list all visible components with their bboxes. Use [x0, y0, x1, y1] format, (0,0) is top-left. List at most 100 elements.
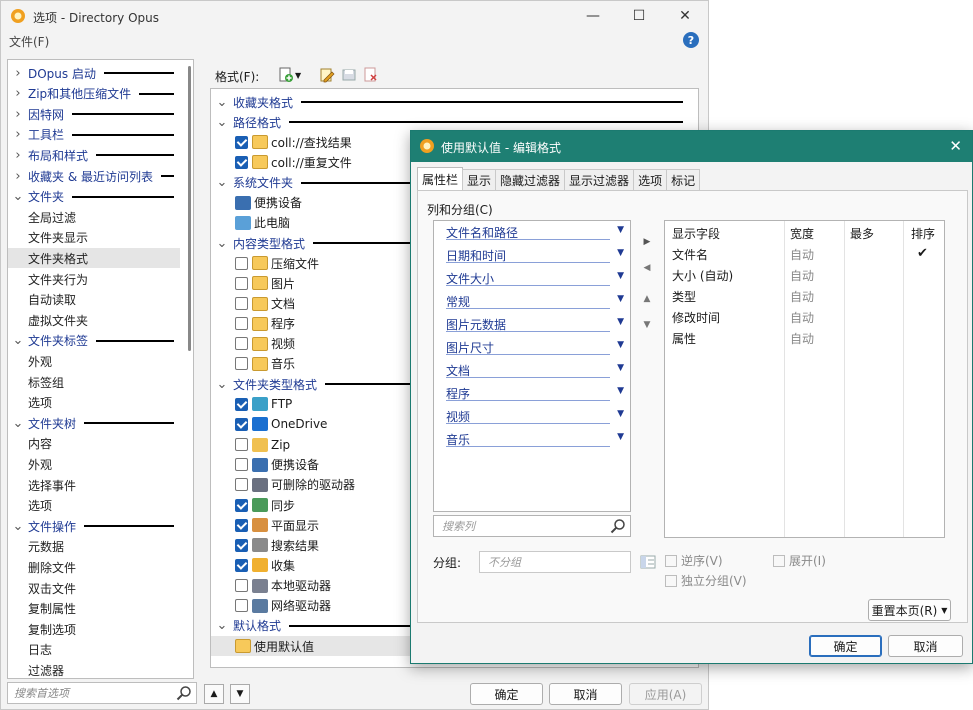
chevron-down-icon[interactable]: ⌄	[211, 377, 233, 392]
tree-item[interactable]: 全局过滤	[8, 207, 180, 227]
tree-category[interactable]: ⌄ 文件夹标签	[8, 331, 180, 351]
chevron-right-icon[interactable]: ›	[8, 169, 28, 184]
format-checkbox[interactable]	[235, 417, 248, 431]
move-column-up-icon[interactable]: ▲	[637, 289, 657, 309]
tree-item[interactable]: 文件夹显示	[8, 228, 180, 248]
minimize-icon[interactable]: —	[570, 1, 616, 31]
chevron-down-icon[interactable]: ▼	[617, 248, 624, 258]
chevron-down-icon[interactable]: ▼	[617, 225, 624, 235]
chevron-down-icon[interactable]: ⌄	[8, 416, 28, 431]
field-width[interactable]: 自动	[790, 309, 814, 326]
tree-category[interactable]: › 工具栏	[8, 125, 180, 145]
column-category[interactable]: 文档 ▼	[446, 361, 624, 379]
header-width[interactable]: 宽度	[790, 225, 814, 242]
tree-item[interactable]: 选项	[8, 393, 180, 413]
apply-button[interactable]: 应用(A)	[629, 683, 702, 705]
tree-item[interactable]: 复制属性	[8, 599, 180, 619]
independent-group-checkbox[interactable]: 独立分组(V)	[665, 572, 747, 589]
reset-page-button[interactable]: 重置本页(R) ▼	[868, 599, 951, 621]
format-checkbox[interactable]	[235, 317, 248, 331]
chevron-down-icon[interactable]: ▼	[295, 71, 301, 80]
chevron-down-icon[interactable]: ⌄	[211, 95, 233, 110]
tree-category[interactable]: › DOpus 启动	[8, 63, 180, 83]
format-checkbox[interactable]	[235, 135, 248, 149]
maximize-icon[interactable]: ☐	[616, 1, 662, 31]
format-checkbox[interactable]	[235, 276, 248, 290]
tab-3[interactable]: 显示过滤器	[564, 169, 635, 190]
field-width[interactable]: 自动	[790, 267, 814, 284]
column-category[interactable]: 视频 ▼	[446, 407, 624, 425]
close-icon[interactable]: ✕	[662, 1, 708, 31]
chevron-right-icon[interactable]: ›	[8, 66, 28, 81]
format-group[interactable]: ⌄ 收藏夹格式	[211, 92, 691, 112]
tree-category[interactable]: ⌄ 文件夹	[8, 187, 180, 207]
chevron-down-icon[interactable]: ▼	[617, 409, 624, 419]
tree-item[interactable]: 过滤器	[8, 660, 180, 678]
chevron-down-icon[interactable]: ⌄	[8, 519, 28, 534]
move-column-down-icon[interactable]: ▼	[637, 315, 657, 335]
dialog-ok-button[interactable]: 确定	[809, 635, 882, 657]
tree-item[interactable]: 文件夹行为	[8, 269, 180, 289]
column-category[interactable]: 程序 ▼	[446, 384, 624, 402]
tab-4[interactable]: 选项	[633, 169, 668, 190]
delete-format-icon[interactable]	[363, 67, 379, 83]
format-checkbox[interactable]	[235, 579, 248, 593]
remove-column-arrow-icon[interactable]: ◀	[637, 258, 657, 278]
chevron-down-icon[interactable]: ▼	[617, 271, 624, 281]
search-icon[interactable]	[176, 685, 192, 701]
tree-item[interactable]: 选项	[8, 496, 180, 516]
tab-0[interactable]: 属性栏	[417, 167, 464, 190]
tree-item[interactable]: 自动读取	[8, 290, 180, 310]
add-format-icon[interactable]	[278, 67, 294, 83]
ok-button[interactable]: 确定	[470, 683, 543, 705]
format-checkbox[interactable]	[235, 599, 248, 613]
tree-item[interactable]: 外观	[8, 454, 180, 474]
chevron-down-icon[interactable]: ⌄	[8, 189, 28, 204]
column-category[interactable]: 图片元数据 ▼	[446, 315, 624, 333]
format-checkbox[interactable]	[235, 558, 248, 572]
chevron-down-icon[interactable]: ▼	[617, 340, 624, 350]
chevron-down-icon[interactable]: ▼	[617, 432, 624, 442]
chevron-down-icon[interactable]: ⌄	[211, 618, 233, 633]
tree-category[interactable]: ⌄ 文件夹树	[8, 413, 180, 433]
tree-category[interactable]: › 因特网	[8, 104, 180, 124]
tree-category[interactable]: › Zip和其他压缩文件	[8, 84, 180, 104]
reverse-checkbox[interactable]: 逆序(V)	[665, 552, 723, 569]
format-checkbox[interactable]	[235, 256, 248, 270]
header-max[interactable]: 最多	[850, 225, 874, 242]
tree-category[interactable]: ⌄ 文件操作	[8, 516, 180, 536]
chevron-right-icon[interactable]: ›	[8, 107, 28, 122]
tab-5[interactable]: 标记	[666, 169, 701, 190]
column-category[interactable]: 日期和时间 ▼	[446, 246, 624, 264]
tree-item[interactable]: 双击文件	[8, 578, 180, 598]
edit-format-icon[interactable]	[319, 67, 335, 83]
format-checkbox[interactable]	[235, 478, 248, 492]
chevron-right-icon[interactable]: ›	[8, 148, 28, 163]
header-sort[interactable]: 排序	[911, 225, 935, 242]
preferences-search[interactable]: 搜索首选项	[7, 682, 197, 704]
group-options-icon[interactable]	[640, 554, 656, 570]
chevron-down-icon[interactable]: ⌄	[211, 175, 233, 190]
sort-check-icon[interactable]: ✔	[917, 246, 928, 261]
add-column-arrow-icon[interactable]: ▶	[637, 232, 657, 252]
tree-category[interactable]: › 收藏夹 & 最近访问列表	[8, 166, 180, 186]
format-checkbox[interactable]	[235, 538, 248, 552]
format-checkbox[interactable]	[235, 458, 248, 472]
dialog-cancel-button[interactable]: 取消	[888, 635, 963, 657]
tree-item[interactable]: 标签组	[8, 372, 180, 392]
format-checkbox[interactable]	[235, 438, 248, 452]
format-checkbox[interactable]	[235, 155, 248, 169]
move-down-arrow-icon[interactable]: ▼	[230, 684, 250, 704]
chevron-down-icon[interactable]: ▼	[617, 294, 624, 304]
group-by-field[interactable]: 不分组	[479, 551, 631, 573]
column-category[interactable]: 图片尺寸 ▼	[446, 338, 624, 356]
chevron-down-icon[interactable]: ▼	[617, 386, 624, 396]
tree-item[interactable]: 外观	[8, 351, 180, 371]
tree-item[interactable]: 复制选项	[8, 619, 180, 639]
chevron-down-icon[interactable]: ⌄	[8, 333, 28, 348]
format-checkbox[interactable]	[235, 297, 248, 310]
field-name[interactable]: 类型	[672, 288, 696, 305]
tree-item[interactable]: 删除文件	[8, 557, 180, 577]
tree-item[interactable]: 文件夹格式	[8, 248, 180, 269]
chevron-down-icon[interactable]: ▼	[617, 317, 624, 327]
